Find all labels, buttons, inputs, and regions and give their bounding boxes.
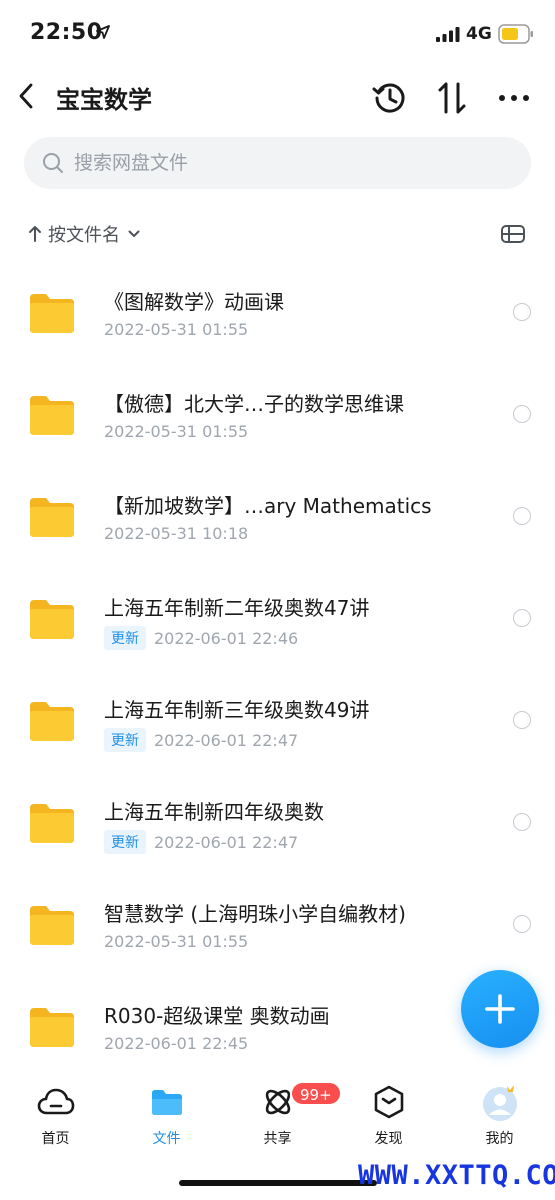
search-input[interactable] [74, 152, 494, 174]
file-meta: 更新 2022-06-01 22:47 [104, 830, 298, 854]
file-meta: 2022-05-31 10:18 [104, 524, 248, 543]
update-badge: 更新 [104, 626, 146, 650]
sort-by-name-dropdown[interactable]: 按文件名 [28, 220, 140, 248]
tab-label: 文件 [152, 1131, 181, 1147]
select-checkbox[interactable] [513, 813, 531, 831]
folder-icon [30, 702, 74, 741]
file-date: 2022-06-01 22:47 [154, 832, 299, 852]
file-row[interactable]: 上海五年制新四年级奥数 更新 2022-06-01 22:47 [0, 772, 555, 874]
file-name: 【傲德】北大学…子的数学思维课 [104, 392, 404, 416]
search-icon [43, 153, 63, 173]
select-checkbox[interactable] [513, 303, 531, 321]
history-icon [372, 83, 405, 113]
file-meta: 更新 2022-06-01 22:47 [104, 728, 298, 752]
folder-icon [30, 600, 74, 639]
file-name: R030-超级课堂 奥数动画 [104, 1004, 330, 1028]
file-row[interactable]: 智慧数学 (上海明珠小学自编教材) 2022-05-31 01:55 [0, 874, 555, 976]
file-name: 《图解数学》动画课 [104, 290, 284, 314]
sort-button[interactable] [430, 76, 474, 120]
avatar-icon [482, 1085, 517, 1121]
tab-discover[interactable]: 发现 [333, 1080, 444, 1160]
file-name: 智慧数学 (上海明珠小学自编教材) [104, 902, 406, 926]
battery-icon [498, 24, 533, 44]
select-checkbox[interactable] [513, 507, 531, 525]
page-title: 宝宝数学 [56, 86, 152, 114]
location-arrow-icon [96, 25, 110, 39]
file-name: 上海五年制新四年级奥数 [104, 800, 324, 824]
file-date: 2022-05-31 10:18 [104, 524, 249, 543]
file-name: 【新加坡数学】…ary Mathematics [104, 494, 432, 518]
file-list: 《图解数学》动画课 2022-05-31 01:55 【傲德】北大学…子的数学思… [0, 262, 555, 1078]
folder-icon [30, 1008, 74, 1047]
chevron-down-icon [128, 230, 140, 237]
folder-icon [30, 804, 74, 843]
more-dots-icon [499, 95, 529, 101]
nav-header: 宝宝数学 [0, 68, 555, 128]
home-indicator [179, 1180, 377, 1186]
file-date: 2022-05-31 01:55 [104, 320, 249, 339]
tab-label: 共享 [263, 1131, 292, 1147]
file-meta: 2022-05-31 01:55 [104, 932, 248, 951]
tab-label: 我的 [485, 1131, 514, 1147]
update-badge: 更新 [104, 830, 146, 854]
select-checkbox[interactable] [513, 405, 531, 423]
file-row[interactable]: 【新加坡数学】…ary Mathematics 2022-05-31 10:18 [0, 466, 555, 568]
sort-arrows-icon [438, 82, 466, 114]
chevron-left-icon [19, 83, 33, 109]
file-date: 2022-06-01 22:45 [104, 1034, 249, 1053]
tab-home[interactable]: 首页 [0, 1080, 111, 1160]
watermark-text: WWW.XXTTQ.COM [358, 1160, 555, 1191]
file-name: 上海五年制新二年级奥数47讲 [104, 596, 370, 620]
select-checkbox[interactable] [513, 915, 531, 933]
file-row[interactable]: 《图解数学》动画课 2022-05-31 01:55 [0, 262, 555, 364]
cloud-icon [37, 1088, 74, 1115]
tab-files[interactable]: 文件 [111, 1080, 222, 1160]
file-meta: 2022-05-31 01:55 [104, 422, 248, 441]
file-date: 2022-06-01 22:47 [154, 730, 299, 750]
select-checkbox[interactable] [513, 711, 531, 729]
folder-icon [30, 294, 74, 333]
add-button[interactable] [461, 970, 539, 1048]
arrow-up-icon [29, 226, 41, 242]
back-button[interactable] [10, 76, 42, 116]
update-badge: 更新 [104, 728, 146, 752]
search-bar[interactable] [24, 137, 531, 189]
view-mode-toggle-icon[interactable] [500, 222, 526, 246]
folder-icon [30, 396, 74, 435]
file-date: 2022-05-31 01:55 [104, 422, 249, 441]
tab-me[interactable]: 我的 [444, 1080, 555, 1160]
tab-label: 首页 [41, 1131, 70, 1147]
sort-label: 按文件名 [48, 225, 120, 246]
cellular-signal-icon [436, 27, 460, 42]
file-row[interactable]: 【傲德】北大学…子的数学思维课 2022-05-31 01:55 [0, 364, 555, 466]
history-button[interactable] [368, 76, 412, 120]
file-meta: 2022-05-31 01:55 [104, 320, 248, 339]
more-button[interactable] [492, 76, 536, 120]
share-notification-badge: 99+ [290, 1081, 342, 1106]
file-meta: 更新 2022-06-01 22:46 [104, 626, 298, 650]
cube-icon [374, 1085, 403, 1119]
file-meta: 2022-06-01 22:45 [104, 1034, 248, 1053]
status-bar: 22:50 4G [0, 0, 555, 68]
network-type: 4G [466, 24, 492, 44]
folder-icon [151, 1090, 182, 1115]
plus-icon [485, 994, 515, 1024]
tab-label: 发现 [374, 1131, 403, 1147]
folder-icon [30, 906, 74, 945]
file-row[interactable]: 上海五年制新二年级奥数47讲 更新 2022-06-01 22:46 [0, 568, 555, 670]
select-checkbox[interactable] [513, 609, 531, 627]
status-time: 22:50 [30, 20, 103, 45]
file-date: 2022-06-01 22:46 [154, 628, 299, 648]
file-name: 上海五年制新三年级奥数49讲 [104, 698, 370, 722]
folder-icon [30, 498, 74, 537]
file-date: 2022-05-31 01:55 [104, 932, 249, 951]
file-row[interactable]: 上海五年制新三年级奥数49讲 更新 2022-06-01 22:47 [0, 670, 555, 772]
